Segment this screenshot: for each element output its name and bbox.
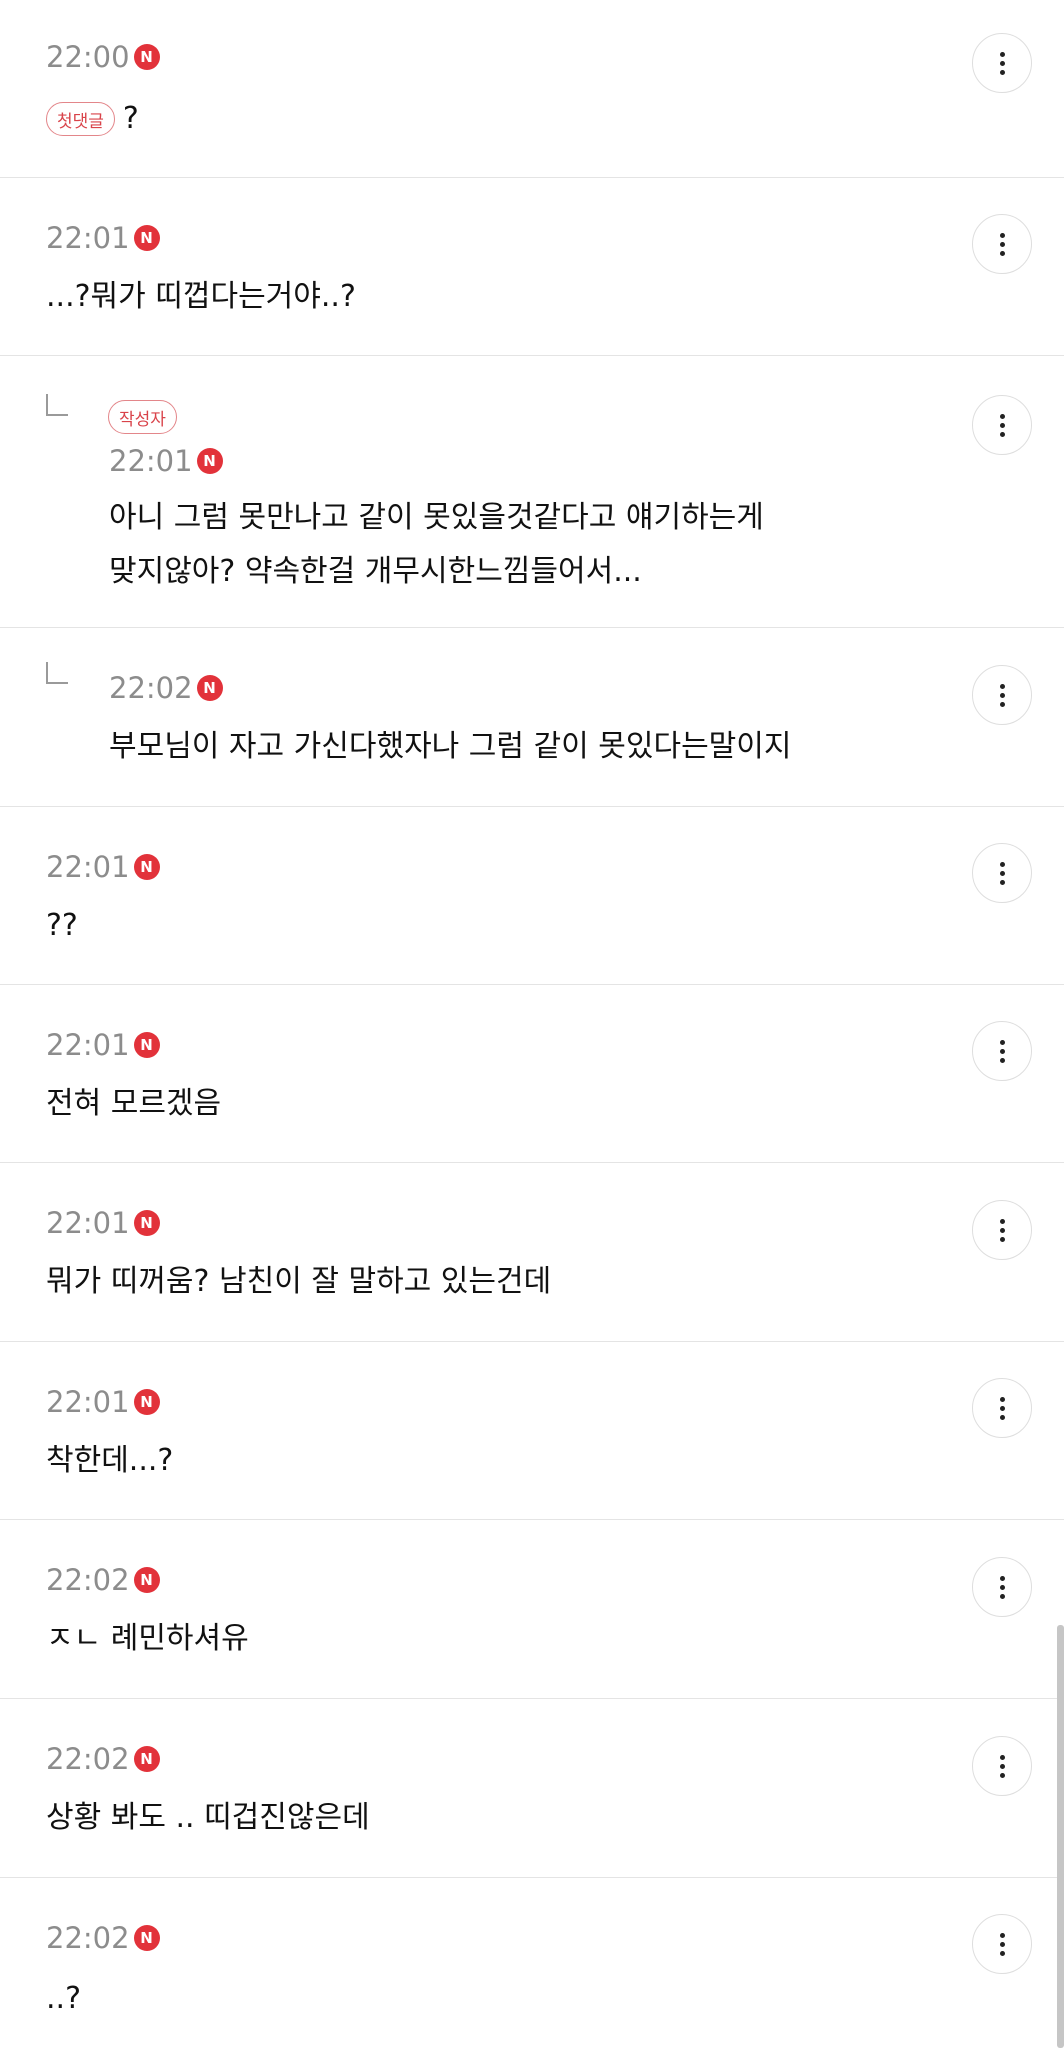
new-badge-icon: N: [133, 1389, 160, 1415]
more-options-button[interactable]: [972, 33, 1032, 93]
more-vertical-icon: [999, 1396, 1005, 1402]
new-badge-icon: N: [133, 1032, 160, 1058]
comment-time: 22:02: [46, 1742, 130, 1776]
more-vertical-icon: [999, 1575, 1005, 1581]
more-options-button[interactable]: [972, 843, 1032, 903]
comment-time: 22:01: [46, 1028, 130, 1062]
first-comment-tag: 첫댓글: [46, 102, 115, 136]
new-badge-icon: N: [133, 1567, 160, 1593]
more-vertical-icon: [999, 861, 1005, 867]
more-options-button[interactable]: [972, 1021, 1032, 1081]
more-vertical-icon: [999, 1754, 1005, 1760]
comment-text: ??: [46, 908, 78, 943]
comment-item: 22:01 N 전혀 모르겠음: [0, 985, 1064, 1163]
comment-time: 22:01: [46, 221, 130, 255]
reply-arrow-icon: [46, 662, 68, 684]
comment-meta: 22:02 N: [46, 1918, 160, 1958]
comment-item: 22:02 N 상황 봐도 .. 띠겁진않은데: [0, 1699, 1064, 1878]
more-options-button[interactable]: [972, 665, 1032, 725]
new-badge-icon: N: [196, 675, 223, 701]
comment-meta: 22:02 N: [46, 1739, 160, 1779]
more-options-button[interactable]: [972, 214, 1032, 274]
comment-item: 22:01 N 뭐가 띠꺼움? 남친이 잘 말하고 있는건데: [0, 1163, 1064, 1342]
comment-time: 22:02: [46, 1921, 130, 1955]
author-tag: 작성자: [108, 400, 177, 434]
more-vertical-icon: [999, 683, 1005, 689]
comment-item: 22:01 N ??: [0, 807, 1064, 985]
comment-meta: 22:01 N: [46, 218, 160, 258]
more-options-button[interactable]: [972, 1914, 1032, 1974]
more-vertical-icon: [999, 51, 1005, 57]
comment-text: ?: [122, 101, 139, 136]
comment-text: 상황 봐도 .. 띠겁진않은데: [46, 1800, 370, 1835]
comment-text: 뭐가 띠꺼움? 남친이 잘 말하고 있는건데: [46, 1264, 552, 1299]
comment-meta: 22:01 N: [46, 1203, 160, 1243]
comment-meta: 22:02 N: [109, 668, 223, 708]
comment-meta: 22:02 N: [46, 1560, 160, 1600]
reply-item: 22:02 N 부모님이 자고 가신다했자나 그럼 같이 못있다는말이지: [0, 628, 1064, 807]
more-vertical-icon: [999, 413, 1005, 419]
comment-time: 22:02: [109, 671, 193, 705]
new-badge-icon: N: [133, 1746, 160, 1772]
reply-item: 작성자 22:01 N 아니 그럼 못만나고 같이 못있을것같다고 얘기하는게 …: [0, 356, 1064, 628]
new-badge-icon: N: [133, 854, 160, 880]
comment-text: ...?뭐가 띠껍다는거야..?: [46, 279, 356, 314]
comment-text-line-2: 맞지않아? 약속한걸 개무시한느낌들어서...: [109, 554, 642, 589]
more-options-button[interactable]: [972, 1200, 1032, 1260]
reply-arrow-icon: [46, 394, 68, 416]
more-options-button[interactable]: [972, 1557, 1032, 1617]
comment-text: 전혀 모르겠음: [46, 1086, 222, 1121]
new-badge-icon: N: [196, 448, 223, 474]
comment-text: ㅈㄴ 례민하셔유: [46, 1621, 249, 1656]
more-vertical-icon: [999, 1932, 1005, 1938]
more-vertical-icon: [999, 232, 1005, 238]
more-options-button[interactable]: [972, 1378, 1032, 1438]
comment-item: 22:02 N ..?: [0, 1878, 1064, 2048]
scrollbar[interactable]: [1057, 1625, 1064, 2048]
comment-text-line-1: 아니 그럼 못만나고 같이 못있을것같다고 얘기하는게: [109, 500, 764, 535]
more-vertical-icon: [999, 1218, 1005, 1224]
new-badge-icon: N: [133, 44, 160, 70]
comment-meta: 22:01 N: [109, 441, 223, 481]
comment-meta: 22:01 N: [46, 847, 160, 887]
comment-text: 부모님이 자고 가신다했자나 그럼 같이 못있다는말이지: [109, 729, 792, 764]
comment-meta: 22:00 N: [46, 37, 160, 77]
more-options-button[interactable]: [972, 395, 1032, 455]
comment-time: 22:01: [46, 1385, 130, 1419]
new-badge-icon: N: [133, 1210, 160, 1236]
new-badge-icon: N: [133, 225, 160, 251]
comment-item: 22:00 N 첫댓글 ?: [0, 0, 1064, 178]
new-badge-icon: N: [133, 1925, 160, 1951]
comment-time: 22:01: [46, 850, 130, 884]
comment-time: 22:02: [46, 1563, 130, 1597]
comment-list: 22:00 N 첫댓글 ? 22:01 N ...?뭐가 띠껍다는거야..? 작…: [0, 0, 1064, 2048]
comment-meta: 22:01 N: [46, 1025, 160, 1065]
comment-text: ..?: [46, 1981, 81, 2016]
comment-time: 22:01: [46, 1206, 130, 1240]
comment-item: 22:01 N 착한데...?: [0, 1342, 1064, 1520]
comment-meta: 22:01 N: [46, 1382, 160, 1422]
more-options-button[interactable]: [972, 1736, 1032, 1796]
comment-time: 22:01: [109, 444, 193, 478]
more-vertical-icon: [999, 1039, 1005, 1045]
comment-item: 22:02 N ㅈㄴ 례민하셔유: [0, 1520, 1064, 1699]
comment-time: 22:00: [46, 40, 130, 74]
comment-item: 22:01 N ...?뭐가 띠껍다는거야..?: [0, 178, 1064, 356]
comment-text: 착한데...?: [46, 1443, 174, 1478]
